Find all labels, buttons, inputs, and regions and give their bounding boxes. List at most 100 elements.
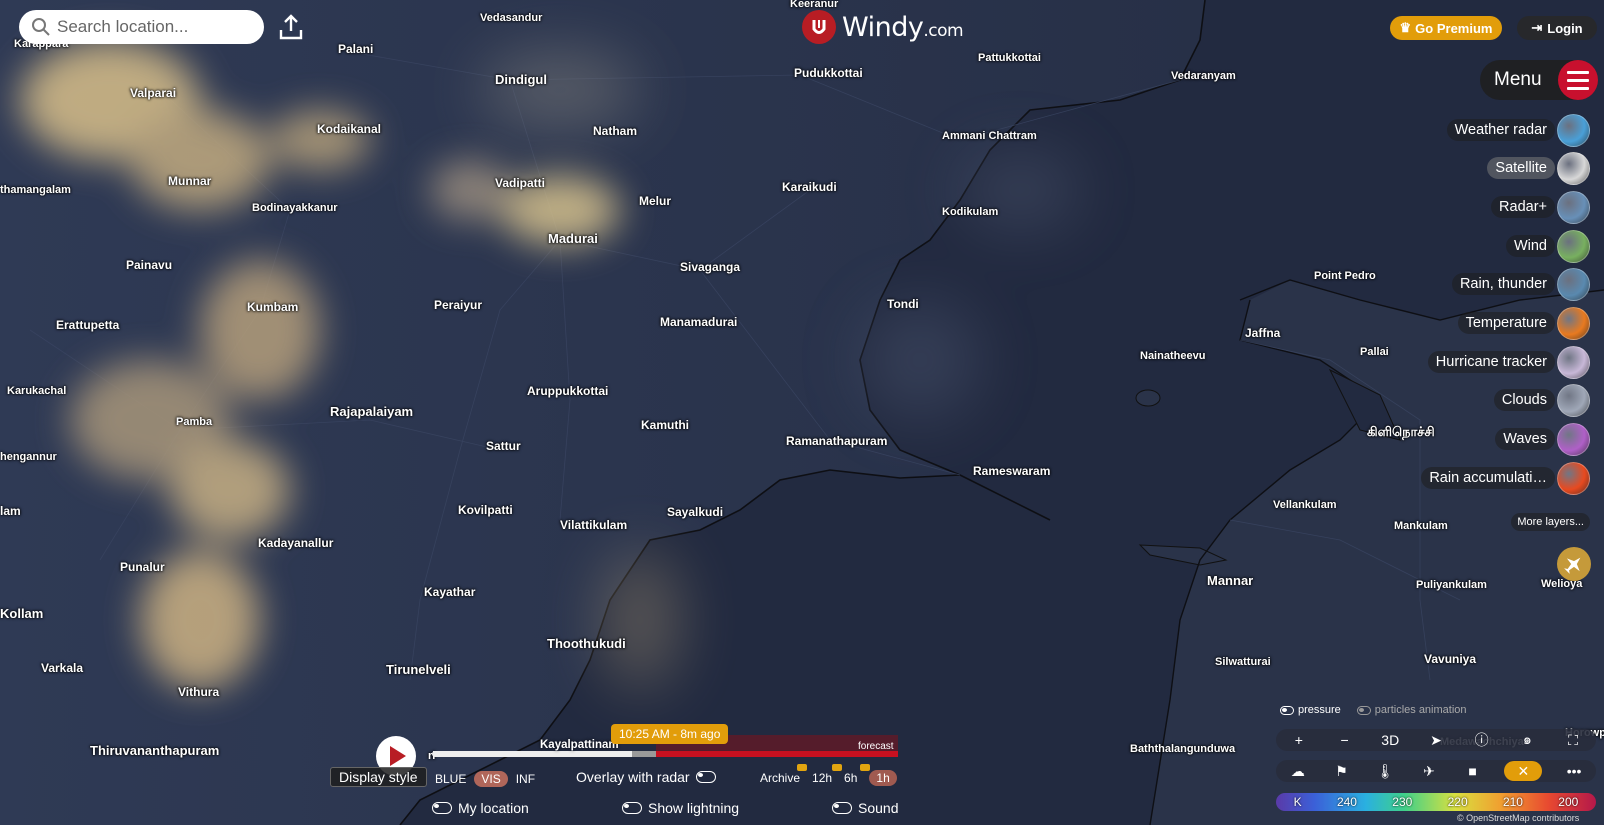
city-label: Sattur — [486, 439, 521, 453]
city-label: Pallai — [1360, 346, 1389, 358]
city-label: Vellankulam — [1273, 499, 1337, 511]
layer-label: Satellite — [1487, 157, 1555, 179]
airplane-icon[interactable]: ✈ — [1417, 763, 1441, 780]
login-button[interactable]: ⇥ Login — [1517, 16, 1597, 40]
city-label: hengannur — [0, 451, 57, 463]
city-label: Munnar — [168, 174, 212, 188]
go-premium-button[interactable]: ♛ Go Premium — [1390, 16, 1502, 40]
layer-label: Radar+ — [1491, 196, 1555, 218]
more-layers-button[interactable]: More layers... — [1511, 513, 1590, 531]
layer-item[interactable]: Radar+ — [1491, 190, 1590, 224]
city-label: Kayathar — [424, 585, 476, 599]
pressure-toggle[interactable]: pressure — [1280, 704, 1341, 716]
time-badge[interactable]: 10:25 AM - 8m ago — [611, 724, 729, 744]
layer-item[interactable]: Waves — [1495, 422, 1590, 456]
sound-toggle[interactable]: Sound — [832, 800, 898, 816]
upload-button[interactable] — [276, 12, 306, 42]
toggle-icon — [1280, 705, 1294, 715]
layer-item[interactable]: Rain, thunder — [1451, 267, 1590, 301]
legend-unit: K — [1293, 795, 1302, 809]
archive-button[interactable]: Archive — [760, 771, 800, 785]
city-label: Kumbam — [247, 300, 299, 314]
city-label: Silwatturai — [1215, 656, 1271, 668]
timeline-handle[interactable] — [632, 751, 656, 757]
more-icon[interactable]: ••• — [1562, 763, 1586, 779]
layer-label: Wind — [1505, 235, 1555, 257]
city-label: Karaikudi — [782, 180, 837, 194]
windy-logo[interactable]: Windy.com — [802, 10, 964, 44]
layer-item[interactable]: Satellite — [1487, 151, 1590, 185]
map-tools-bar: ☁ ⚑ 🌡︎ ✈ ■ ✕ ••• — [1276, 760, 1596, 782]
my-location-toggle[interactable]: My location — [432, 800, 529, 816]
layer-item[interactable]: Temperature — [1457, 306, 1590, 340]
city-label: Vavuniya — [1424, 652, 1477, 666]
search-input[interactable]: Search location... — [19, 10, 264, 44]
display-style-options: BLUE VIS INF — [435, 771, 535, 787]
legend-value: 210 — [1502, 795, 1523, 809]
show-lightning-toggle[interactable]: Show lightning — [622, 800, 739, 816]
city-label: Manamadurai — [660, 315, 738, 329]
windy-logo-icon — [802, 10, 836, 44]
menu-button[interactable]: Menu — [1480, 60, 1598, 100]
interval-6h[interactable]: 6h — [844, 771, 857, 785]
weather-icon[interactable]: ☁ — [1286, 763, 1310, 780]
zoom-out-button[interactable]: − — [1333, 732, 1357, 748]
map-control-bar: + − 3D ➤ ⓘ ๑ ⛶ — [1276, 729, 1596, 751]
legend-value: 240 — [1336, 795, 1357, 809]
city-label: Rameswaram — [973, 464, 1051, 478]
map-toggles: pressure particles animation — [1280, 704, 1467, 716]
layer-item[interactable]: Hurricane tracker — [1427, 345, 1590, 379]
locate-icon[interactable]: ➤ — [1424, 732, 1448, 749]
layer-item[interactable]: Clouds — [1493, 383, 1590, 417]
layer-thumbnail-icon — [1557, 422, 1590, 456]
city-label: Kollam — [0, 606, 44, 621]
close-icon[interactable]: ✕ — [1504, 761, 1543, 781]
city-label: Dindigul — [495, 72, 547, 87]
attribution[interactable]: © OpenStreetMap contributors — [1457, 813, 1579, 823]
overlay-radar-toggle[interactable]: Overlay with radar — [576, 769, 716, 785]
legend-value: 230 — [1392, 795, 1413, 809]
city-label: Pattukkottai — [978, 52, 1041, 64]
city-label: Painavu — [126, 258, 173, 272]
city-label: Mankulam — [1394, 520, 1448, 532]
info-icon[interactable]: ⓘ — [1470, 730, 1494, 750]
webcam-icon[interactable]: ■ — [1461, 763, 1485, 779]
particles-animation-toggle[interactable]: particles animation — [1356, 704, 1467, 716]
style-option-vis[interactable]: VIS — [474, 771, 508, 787]
city-label: Valparai — [130, 86, 177, 100]
toggle-icon — [832, 802, 852, 814]
city-label: Vadipatti — [495, 176, 546, 190]
city-label: Madurai — [548, 231, 598, 246]
3d-view-button[interactable]: 3D — [1378, 732, 1402, 748]
interval-12h[interactable]: 12h — [812, 771, 832, 785]
city-label: Punalur — [120, 560, 165, 574]
city-label: Bodinayakkanur — [252, 202, 338, 214]
search-icon — [32, 18, 50, 36]
timeline-past — [432, 751, 656, 757]
display-style-tooltip: Display style — [330, 767, 427, 787]
hurricane-icon[interactable]: ๑ — [1515, 729, 1539, 751]
flag-icon[interactable]: ⚑ — [1330, 763, 1354, 780]
zoom-in-button[interactable]: + — [1287, 732, 1311, 748]
toggle-icon — [622, 802, 642, 814]
layer-item[interactable]: Wind — [1505, 229, 1590, 263]
fullscreen-icon[interactable]: ⛶ — [1561, 732, 1585, 749]
layer-item[interactable]: Rain accumulati… — [1421, 461, 1590, 495]
layer-thumbnail-icon — [1557, 113, 1590, 147]
city-label: Vedasandur — [480, 12, 543, 24]
city-label: Thiruvananthapuram — [90, 743, 220, 758]
city-label: Kodikulam — [942, 206, 999, 218]
thermometer-icon[interactable]: 🌡︎ — [1373, 763, 1397, 780]
layer-thumbnail-icon — [1557, 306, 1590, 340]
menu-label: Menu — [1494, 69, 1542, 90]
layer-item[interactable]: Weather radar — [1446, 113, 1590, 147]
city-label: Ramanathapuram — [786, 434, 888, 448]
plane-icon[interactable] — [1557, 547, 1591, 581]
city-label: Kovilpatti — [458, 503, 513, 517]
style-option-inf[interactable]: INF — [516, 772, 535, 786]
style-option-blue[interactable]: BLUE — [435, 772, 466, 786]
interval-1h[interactable]: 1h — [869, 770, 897, 786]
map-canvas[interactable] — [0, 0, 1604, 825]
timeline-slider[interactable] — [432, 735, 898, 757]
search-placeholder: Search location... — [57, 17, 189, 36]
